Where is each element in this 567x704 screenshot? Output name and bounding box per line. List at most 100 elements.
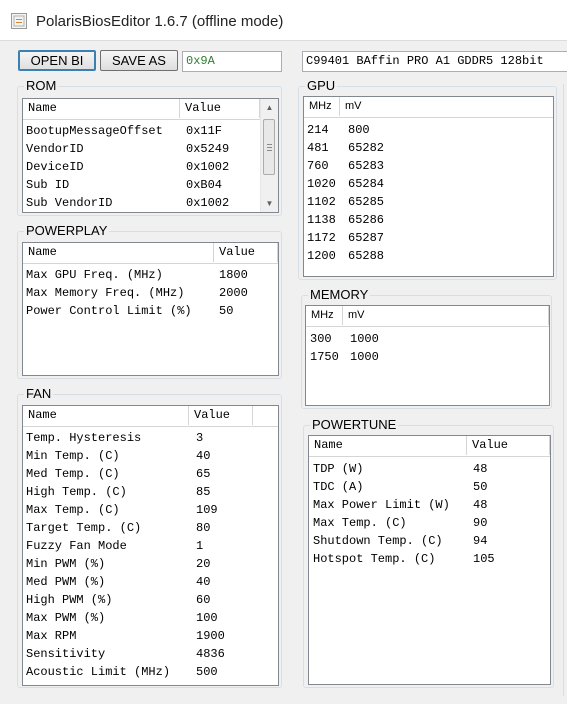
memory-list[interactable]: MHz mV 300 1000 1750 1000 [305,305,550,406]
rom-row[interactable]: DeviceID 0x1002 [23,158,278,176]
powertune-row[interactable]: TDC (A) 50 [309,478,550,496]
rom-row-value: 0x5249 [186,142,230,156]
fan-row[interactable]: Max Temp. (C) 109 [23,501,278,519]
powertune-list[interactable]: Name Value TDP (W) 48 TDC (A) 50 Max Power… [308,435,551,685]
memory-row-mhz: 300 [310,332,332,346]
rom-row-value: 0x1002 [186,160,230,174]
fan-row-name: Med Temp. (C) [26,467,120,481]
powertune-row[interactable]: Hotspot Temp. (C) 105 [309,550,550,568]
gpu-row-mv: 65288 [348,249,385,263]
memory-row[interactable]: 300 1000 [306,330,549,348]
gpu-rows: 214 800 481 65282 760 65283 1020 65284 1102 6… [304,121,553,265]
gpu-row[interactable]: 1138 65286 [304,211,553,229]
checksum-field[interactable]: 0x9A [182,51,282,72]
powerplay-row[interactable]: Max GPU Freq. (MHz) 1800 [23,266,278,284]
powertune-row-value: 50 [473,480,488,494]
powertune-row-name: TDC (A) [313,480,364,494]
fan-row[interactable]: Acoustic Limit (MHz) 500 [23,663,278,681]
rom-col-value[interactable]: Value [180,99,260,118]
fan-row[interactable]: Min PWM (%) 20 [23,555,278,573]
fan-row[interactable]: Target Temp. (C) 80 [23,519,278,537]
memory-row[interactable]: 1750 1000 [306,348,549,366]
powerplay-col-name[interactable]: Name [23,243,214,262]
fan-col-name[interactable]: Name [23,406,189,425]
rom-row[interactable]: Sub VendorID 0x1002 [23,194,278,212]
powertune-row-value: 94 [473,534,488,548]
scroll-up-icon[interactable]: ▲ [261,99,278,116]
open-bios-button[interactable]: OPEN BI [18,50,96,71]
rom-row[interactable]: Sub ID 0xB04 [23,176,278,194]
gpu-list[interactable]: MHz mV 214 800 481 65282 760 65283 1020 6528… [303,96,554,277]
fan-list-header: Name Value [23,406,278,427]
fan-row[interactable]: Med PWM (%) 40 [23,573,278,591]
fan-group: FAN Name Value Temp. Hysteresis 3 Min Tem… [17,386,282,688]
fan-row-name: Med PWM (%) [26,575,106,589]
fan-row[interactable]: Med Temp. (C) 65 [23,465,278,483]
gpu-row[interactable]: 1200 65288 [304,247,553,265]
powertune-row[interactable]: Shutdown Temp. (C) 94 [309,532,550,550]
scroll-down-icon[interactable]: ▼ [261,195,278,212]
rom-row[interactable]: VendorID 0x5249 [23,140,278,158]
powertune-row-value: 90 [473,516,488,530]
gpu-row-mhz: 1102 [307,195,336,209]
rom-rows: BootupMessageOffset 0x11F VendorID 0x5249 … [23,122,278,212]
fan-row[interactable]: High PWM (%) 60 [23,591,278,609]
fan-list[interactable]: Name Value Temp. Hysteresis 3 Min Temp. (… [22,405,279,686]
gpu-legend: GPU [305,78,338,94]
fan-row[interactable]: Min Temp. (C) 40 [23,447,278,465]
fan-row[interactable]: Temp. Hysteresis 3 [23,429,278,447]
powertune-col-value[interactable]: Value [467,436,550,455]
scroll-thumb[interactable] [263,119,275,175]
fan-row[interactable]: Sensitivity 4836 [23,645,278,663]
powerplay-list[interactable]: Name Value Max GPU Freq. (MHz) 1800 Max M… [22,242,279,376]
powertune-col-name[interactable]: Name [309,436,467,455]
gpu-col-mv[interactable]: mV [340,97,553,116]
fan-row[interactable]: Max RPM 1900 [23,627,278,645]
powerplay-rows: Max GPU Freq. (MHz) 1800 Max Memory Freq.… [23,266,278,320]
fan-row-name: Target Temp. (C) [26,521,142,535]
gpu-row-mv: 65285 [348,195,385,209]
powertune-row[interactable]: TDP (W) 48 [309,460,550,478]
powertune-row[interactable]: Max Temp. (C) 90 [309,514,550,532]
rom-list[interactable]: Name Value BootupMessageOffset 0x11F Vend… [22,98,279,213]
fan-row-name: Temp. Hysteresis [26,431,142,445]
title-bar: PolarisBiosEditor 1.6.7 (offline mode) [0,0,567,41]
bios-name-field[interactable]: C99401 BAffin PRO A1 GDDR5 128bit [302,51,567,72]
powertune-row-name: Max Power Limit (W) [313,498,450,512]
gpu-col-mhz[interactable]: MHz [304,97,340,116]
gpu-row[interactable]: 1172 65287 [304,229,553,247]
gpu-row[interactable]: 214 800 [304,121,553,139]
rom-row[interactable]: BootupMessageOffset 0x11F [23,122,278,140]
memory-row-mhz: 1750 [310,350,339,364]
gpu-row[interactable]: 760 65283 [304,157,553,175]
gpu-row-mv: 65286 [348,213,385,227]
powerplay-row[interactable]: Max Memory Freq. (MHz) 2000 [23,284,278,302]
gpu-row-mhz: 481 [307,141,329,155]
gpu-row[interactable]: 1020 65284 [304,175,553,193]
fan-row[interactable]: Max PWM (%) 100 [23,609,278,627]
powertune-row-value: 48 [473,462,488,476]
fan-col-value[interactable]: Value [189,406,253,425]
powertune-row-name: Max Temp. (C) [313,516,407,530]
fan-row[interactable]: Fuzzy Fan Mode 1 [23,537,278,555]
memory-col-mv[interactable]: mV [343,306,549,325]
fan-row-name: Min PWM (%) [26,557,106,571]
gpu-row-mv: 65282 [348,141,385,155]
gpu-row[interactable]: 1102 65285 [304,193,553,211]
powerplay-col-value[interactable]: Value [214,243,278,262]
rom-col-name[interactable]: Name [23,99,180,118]
gpu-row-mhz: 214 [307,123,329,137]
gpu-row[interactable]: 481 65282 [304,139,553,157]
powertune-row[interactable]: Max Power Limit (W) 48 [309,496,550,514]
save-as-button[interactable]: SAVE AS [100,50,178,71]
rom-row-value: 0xB04 [186,178,223,192]
rom-scrollbar[interactable]: ▲ ▼ [260,99,278,212]
memory-col-mhz[interactable]: MHz [306,306,343,325]
powerplay-row-value: 1800 [219,268,248,282]
powerplay-row[interactable]: Power Control Limit (%) 50 [23,302,278,320]
powerplay-row-name: Max GPU Freq. (MHz) [26,268,163,282]
fan-row[interactable]: High Temp. (C) 85 [23,483,278,501]
fan-row-name: Acoustic Limit (MHz) [26,665,171,679]
powerplay-row-name: Max Memory Freq. (MHz) [26,286,185,300]
fan-row-value: 1 [196,539,204,553]
